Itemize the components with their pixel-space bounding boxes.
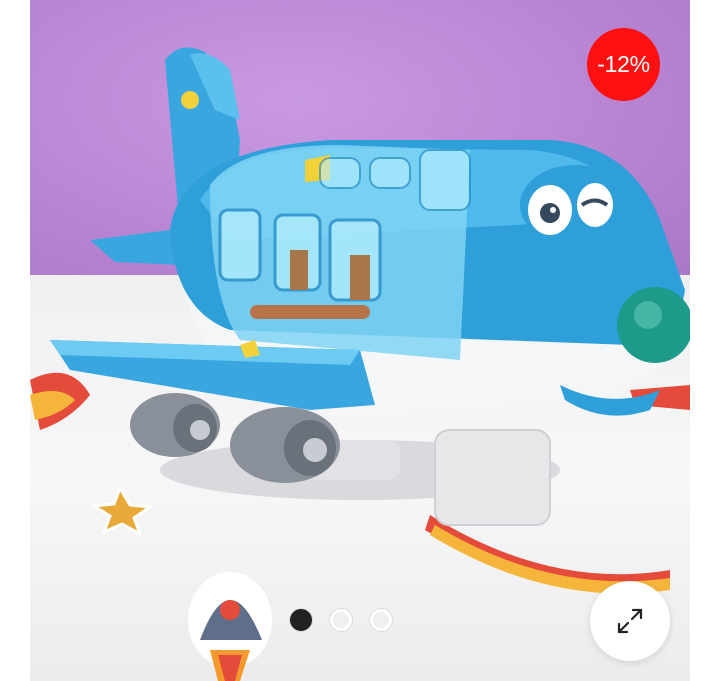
expand-button[interactable] <box>590 581 670 661</box>
slide-dot-1[interactable] <box>290 609 312 631</box>
rocket-sticker-left <box>30 372 90 430</box>
product-photo <box>30 47 690 681</box>
slide-dot-2[interactable] <box>330 609 352 631</box>
rocket-sticker-bottom <box>188 572 272 681</box>
expand-arrows-icon <box>617 608 643 634</box>
product-image-gallery[interactable]: -12% <box>30 0 690 681</box>
discount-badge: -12% <box>587 28 660 101</box>
slide-indicators <box>290 609 392 631</box>
star-sticker <box>89 484 155 538</box>
slide-dot-3[interactable] <box>370 609 392 631</box>
